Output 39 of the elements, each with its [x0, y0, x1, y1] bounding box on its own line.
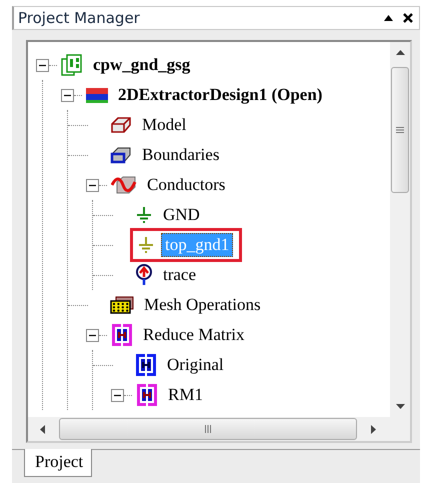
tree-item[interactable]: 2DExtractorDesign1 (Open) [114, 83, 326, 107]
matrix-icon [136, 383, 158, 407]
collapse-toggle[interactable] [36, 58, 49, 72]
close-icon[interactable] [403, 13, 413, 23]
scroll-right-icon[interactable] [371, 424, 376, 434]
tree-item[interactable]: GND [159, 203, 204, 227]
tree-item[interactable]: cpw_gnd_gsg [89, 53, 194, 77]
tree-item[interactable]: RM1 [164, 383, 207, 407]
scroll-thumb[interactable] [59, 418, 357, 440]
tree-item[interactable]: Model [138, 113, 190, 137]
scroll-left-icon[interactable] [40, 424, 45, 434]
box-icon [110, 146, 132, 164]
collapse-toggle[interactable] [111, 388, 124, 402]
scroll-thumb[interactable] [391, 67, 409, 193]
matrix-icon [111, 323, 133, 347]
panel-title: Project Manager [18, 9, 141, 27]
wave-box-icon [111, 176, 137, 194]
ground-icon [135, 206, 153, 224]
collapse-toggle[interactable] [61, 88, 74, 102]
scroll-down-icon[interactable] [396, 404, 404, 409]
layers-icon [86, 86, 108, 104]
tree-item[interactable]: Conductors [143, 173, 230, 197]
ground-icon [137, 236, 155, 254]
collapse-toggle[interactable] [86, 328, 99, 342]
scroll-up-icon[interactable] [396, 50, 404, 55]
tree-item[interactable]: Reduce Matrix [139, 323, 248, 347]
signal-icon [135, 264, 153, 286]
panel-tab[interactable]: Project [24, 449, 92, 477]
vertical-scrollbar[interactable] [390, 42, 410, 417]
matrix-icon [135, 353, 157, 377]
documents-icon [61, 54, 83, 76]
tree-item[interactable]: Boundaries [138, 143, 224, 167]
dropdown-arrow-icon[interactable] [384, 15, 393, 21]
tree-item[interactable]: Original [163, 353, 228, 377]
collapse-toggle[interactable] [86, 178, 99, 192]
box-icon [110, 116, 132, 134]
mesh-icon [110, 296, 134, 314]
tree-item[interactable]: trace [159, 263, 200, 287]
tree-item[interactable]: Mesh Operations [140, 293, 265, 317]
